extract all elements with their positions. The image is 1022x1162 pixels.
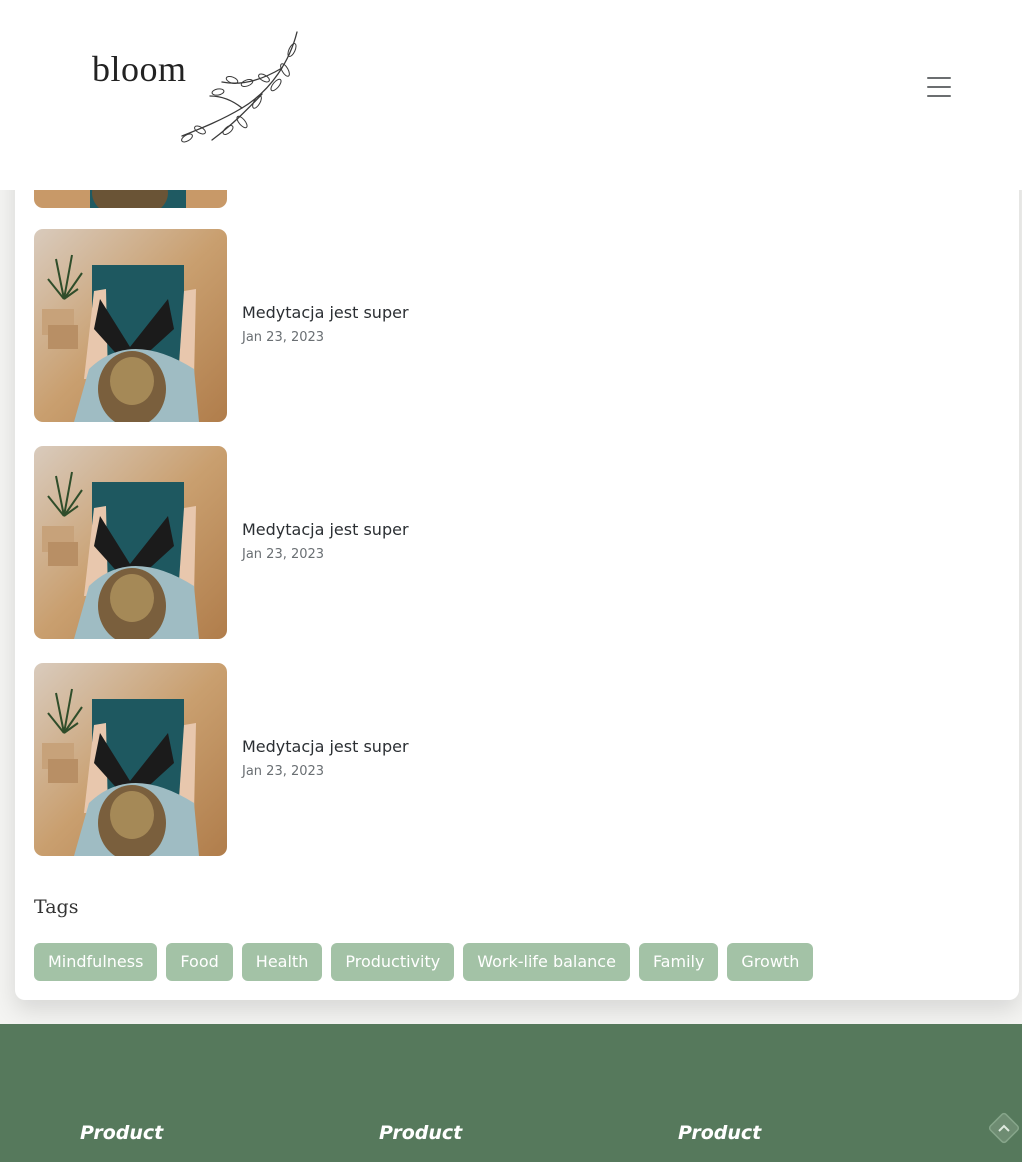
site-header: bloom: [0, 0, 1022, 190]
tag-list: Mindfulness Food Health Productivity Wor…: [34, 943, 814, 981]
post-date: Jan 23, 2023: [242, 764, 325, 779]
meditation-image: [34, 229, 227, 422]
branch-icon: [181, 31, 298, 143]
tag-health[interactable]: Health: [241, 943, 323, 981]
tag-food[interactable]: Food: [166, 943, 233, 981]
meditation-image: [34, 663, 227, 856]
footer-column-heading: Product: [80, 1122, 164, 1144]
meditation-image: [34, 446, 227, 639]
tags-heading: Tags: [34, 896, 79, 918]
post-thumbnail[interactable]: [34, 663, 227, 856]
post-title[interactable]: Medytacja jest super: [242, 520, 409, 539]
post-title[interactable]: Medytacja jest super: [242, 303, 409, 322]
tag-work-life-balance[interactable]: Work-life balance: [463, 943, 630, 981]
bloom-logo[interactable]: bloom: [92, 30, 302, 148]
post-thumbnail[interactable]: [34, 446, 227, 639]
post-date: Jan 23, 2023: [242, 330, 325, 345]
footer-column-heading: Product: [379, 1122, 463, 1144]
list-item[interactable]: Medytacja jest super Jan 23, 2023: [34, 446, 934, 639]
tag-mindfulness[interactable]: Mindfulness: [34, 943, 158, 981]
list-item[interactable]: Medytacja jest super Jan 23, 2023: [34, 663, 934, 856]
scroll-to-top-icon[interactable]: [988, 1112, 1020, 1144]
tag-growth[interactable]: Growth: [727, 943, 814, 981]
post-date: Jan 23, 2023: [242, 547, 325, 562]
site-footer: Product Product Product: [0, 1024, 1022, 1162]
footer-column-heading: Product: [678, 1122, 762, 1144]
post-title[interactable]: Medytacja jest super: [242, 737, 409, 756]
tag-productivity[interactable]: Productivity: [331, 943, 455, 981]
recent-posts-card: Medytacja jest super Jan 23, 2023 Medyta…: [15, 15, 1019, 1000]
hamburger-menu-icon[interactable]: [924, 74, 954, 102]
tag-family[interactable]: Family: [638, 943, 719, 981]
list-item[interactable]: Medytacja jest super Jan 23, 2023: [34, 229, 934, 422]
post-thumbnail[interactable]: [34, 229, 227, 422]
